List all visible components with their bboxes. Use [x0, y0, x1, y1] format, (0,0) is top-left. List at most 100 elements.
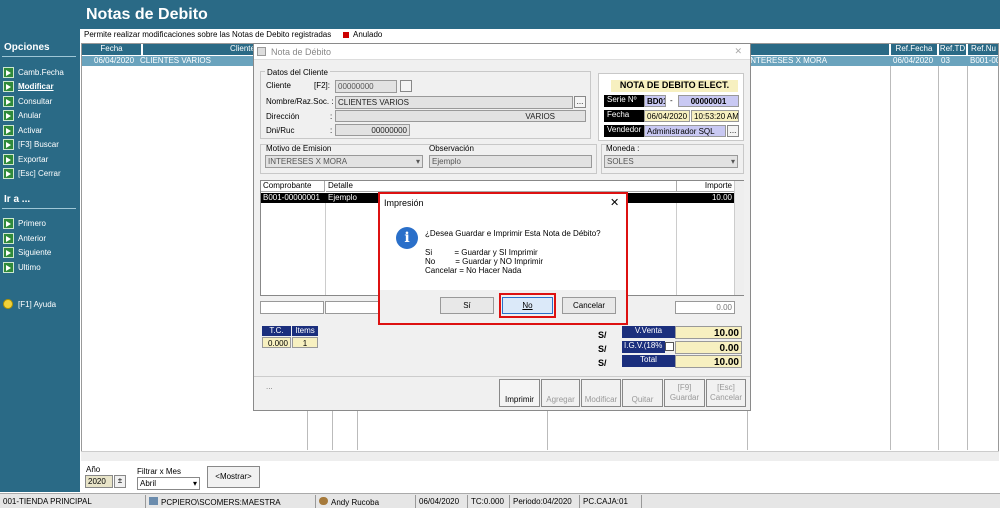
- tc-value: 0.000: [262, 337, 291, 348]
- fecha-input[interactable]: 06/04/2020: [644, 110, 690, 122]
- no-button[interactable]: No: [502, 297, 553, 314]
- exportar-button[interactable]: Exportar: [3, 153, 48, 165]
- agregar-button[interactable]: Agregar: [541, 379, 580, 407]
- buscar-button[interactable]: [F3] Buscar: [3, 138, 59, 150]
- hora-input[interactable]: 10:53:20 AM: [691, 110, 739, 122]
- col-comprobante[interactable]: Comprobante: [261, 181, 325, 192]
- footer-importe: 0.00: [675, 301, 735, 314]
- serie-input[interactable]: BD01: [644, 95, 666, 107]
- activar-button[interactable]: Activar: [3, 124, 42, 136]
- anterior-button[interactable]: Anterior: [3, 232, 46, 244]
- items-value: 1: [292, 337, 318, 348]
- vendedor-label: Vendedor: [604, 125, 644, 137]
- close-icon[interactable]: ✕: [610, 196, 619, 209]
- cell-ref-nu: B001-00: [970, 56, 999, 65]
- cliente-search-button[interactable]: [400, 80, 412, 92]
- arrow-icon: [3, 138, 14, 150]
- chevron-down-icon: ▾: [192, 479, 197, 488]
- mes-label: Filtrar x Mes: [137, 467, 181, 476]
- vendedor-button[interactable]: ...: [727, 125, 739, 137]
- dash: -: [670, 96, 673, 105]
- razon-input[interactable]: CLIENTES VARIOS: [335, 96, 573, 109]
- grid-line: [890, 66, 891, 450]
- status-periodo: Periodo:04/2020: [510, 495, 580, 508]
- status-caja: PC.CAJA:01: [580, 495, 642, 508]
- vventa-value: 10.00: [675, 326, 742, 339]
- currency-symbol: S/: [598, 330, 607, 340]
- cerrar-button[interactable]: [Esc] Cerrar: [3, 167, 61, 179]
- vertical-scrollbar[interactable]: [734, 181, 744, 295]
- dni-label: Dni/Ruc: [266, 126, 295, 135]
- motivo-select[interactable]: INTERESES X MORA ▾: [265, 155, 423, 168]
- ano-label: Año: [86, 465, 101, 474]
- mes-select[interactable]: Abril ▾: [137, 477, 200, 490]
- info-icon: i: [396, 227, 418, 249]
- red-square-icon: [343, 31, 349, 38]
- primero-button[interactable]: Primero: [3, 217, 46, 229]
- total-label: Total: [622, 355, 675, 367]
- status-tienda: 001-TIENDA PRINCIPAL: [0, 495, 146, 508]
- divider: [2, 208, 76, 209]
- tc-label: T.C.: [262, 326, 291, 336]
- divider: [2, 56, 76, 57]
- close-icon[interactable]: ✕: [734, 46, 742, 57]
- modificar-button[interactable]: Modificar: [3, 80, 54, 92]
- anulado-legend: Anulado: [343, 30, 382, 39]
- ayuda-button[interactable]: [F1] Ayuda: [3, 298, 56, 310]
- dialog-line-si: Si = Guardar y SI Imprimir: [425, 248, 538, 257]
- obs-input[interactable]: Ejemplo: [429, 155, 592, 168]
- cell-motivo: INTERESES X MORA: [748, 56, 828, 65]
- arrow-icon: [3, 66, 14, 78]
- cell-ref-fecha: 06/04/2020: [893, 56, 934, 65]
- cell-fecha: 06/04/2020: [94, 56, 135, 65]
- dialog-line-cancelar: Cancelar = No Hacer Nada: [425, 266, 522, 275]
- cell-importe: 10.00: [676, 193, 734, 202]
- window-icon: [257, 47, 266, 56]
- col-ref-fecha[interactable]: Ref.Fecha: [891, 44, 938, 55]
- igv-checkbox[interactable]: [665, 342, 674, 351]
- col-detalle[interactable]: Detalle: [326, 181, 676, 192]
- cell-detalle: Ejemplo: [328, 193, 357, 202]
- direccion-label: Dirección: [266, 112, 300, 121]
- arrow-icon: [3, 95, 14, 107]
- quitar-button[interactable]: Quitar: [622, 379, 663, 407]
- guardar-button[interactable]: [F9] Guardar: [664, 379, 705, 407]
- imprimir-button[interactable]: Imprimir: [499, 379, 540, 407]
- col-ref-td[interactable]: Ref.TD: [939, 44, 967, 55]
- cancelar-button[interactable]: [Esc] Cancelar: [706, 379, 746, 407]
- horizontal-scrollbar[interactable]: [81, 451, 999, 461]
- ellipsis-label: ...: [266, 382, 273, 391]
- fecha-label: Fecha: [604, 110, 644, 122]
- mostrar-button[interactable]: <Mostrar>: [207, 466, 260, 488]
- dialog-title: Impresión: [384, 198, 424, 208]
- dialog-question: ¿Desea Guardar e Imprimir Esta Nota de D…: [425, 229, 601, 238]
- impresion-dialog: Impresión ✕ i ¿Desea Guardar e Imprimir …: [378, 192, 628, 325]
- cancelar-button[interactable]: Cancelar: [562, 297, 616, 314]
- arrow-icon: [3, 246, 14, 258]
- numero-input[interactable]: 00000001: [678, 95, 739, 107]
- modificar-button[interactable]: Modificar: [581, 379, 621, 407]
- status-server: PCPIERO\SCOMERS:MAESTRA: [146, 495, 316, 508]
- vendedor-input[interactable]: Administrador SQL: [644, 125, 726, 137]
- siguiente-button[interactable]: Siguiente: [3, 246, 51, 258]
- chevron-down-icon: ▾: [730, 157, 735, 166]
- anular-button[interactable]: Anular: [3, 109, 41, 121]
- camb-fecha-button[interactable]: Camb.Fecha: [3, 66, 64, 78]
- moneda-select[interactable]: SOLES ▾: [604, 155, 738, 168]
- cliente-code-input[interactable]: 00000000: [335, 80, 397, 93]
- window-titlebar: Nota de Débito ✕: [254, 44, 750, 60]
- si-button[interactable]: Sí: [440, 297, 494, 314]
- ano-stepper[interactable]: ±: [114, 475, 126, 488]
- motivo-label: Motivo de Emision: [266, 144, 332, 153]
- footer-comprobante: [260, 301, 324, 314]
- col-fecha[interactable]: Fecha: [82, 44, 142, 55]
- consultar-button[interactable]: Consultar: [3, 95, 52, 107]
- col-importe[interactable]: Importe: [676, 181, 734, 192]
- ultimo-button[interactable]: Ultimo: [3, 261, 41, 273]
- ano-input[interactable]: 2020: [85, 475, 113, 488]
- direccion-input[interactable]: VARIOS: [335, 110, 586, 122]
- razon-button[interactable]: ...: [574, 96, 586, 108]
- dni-input[interactable]: 00000000: [335, 124, 410, 136]
- col-ref-nu[interactable]: Ref.Nu: [968, 44, 998, 55]
- currency-symbol: S/: [598, 358, 607, 368]
